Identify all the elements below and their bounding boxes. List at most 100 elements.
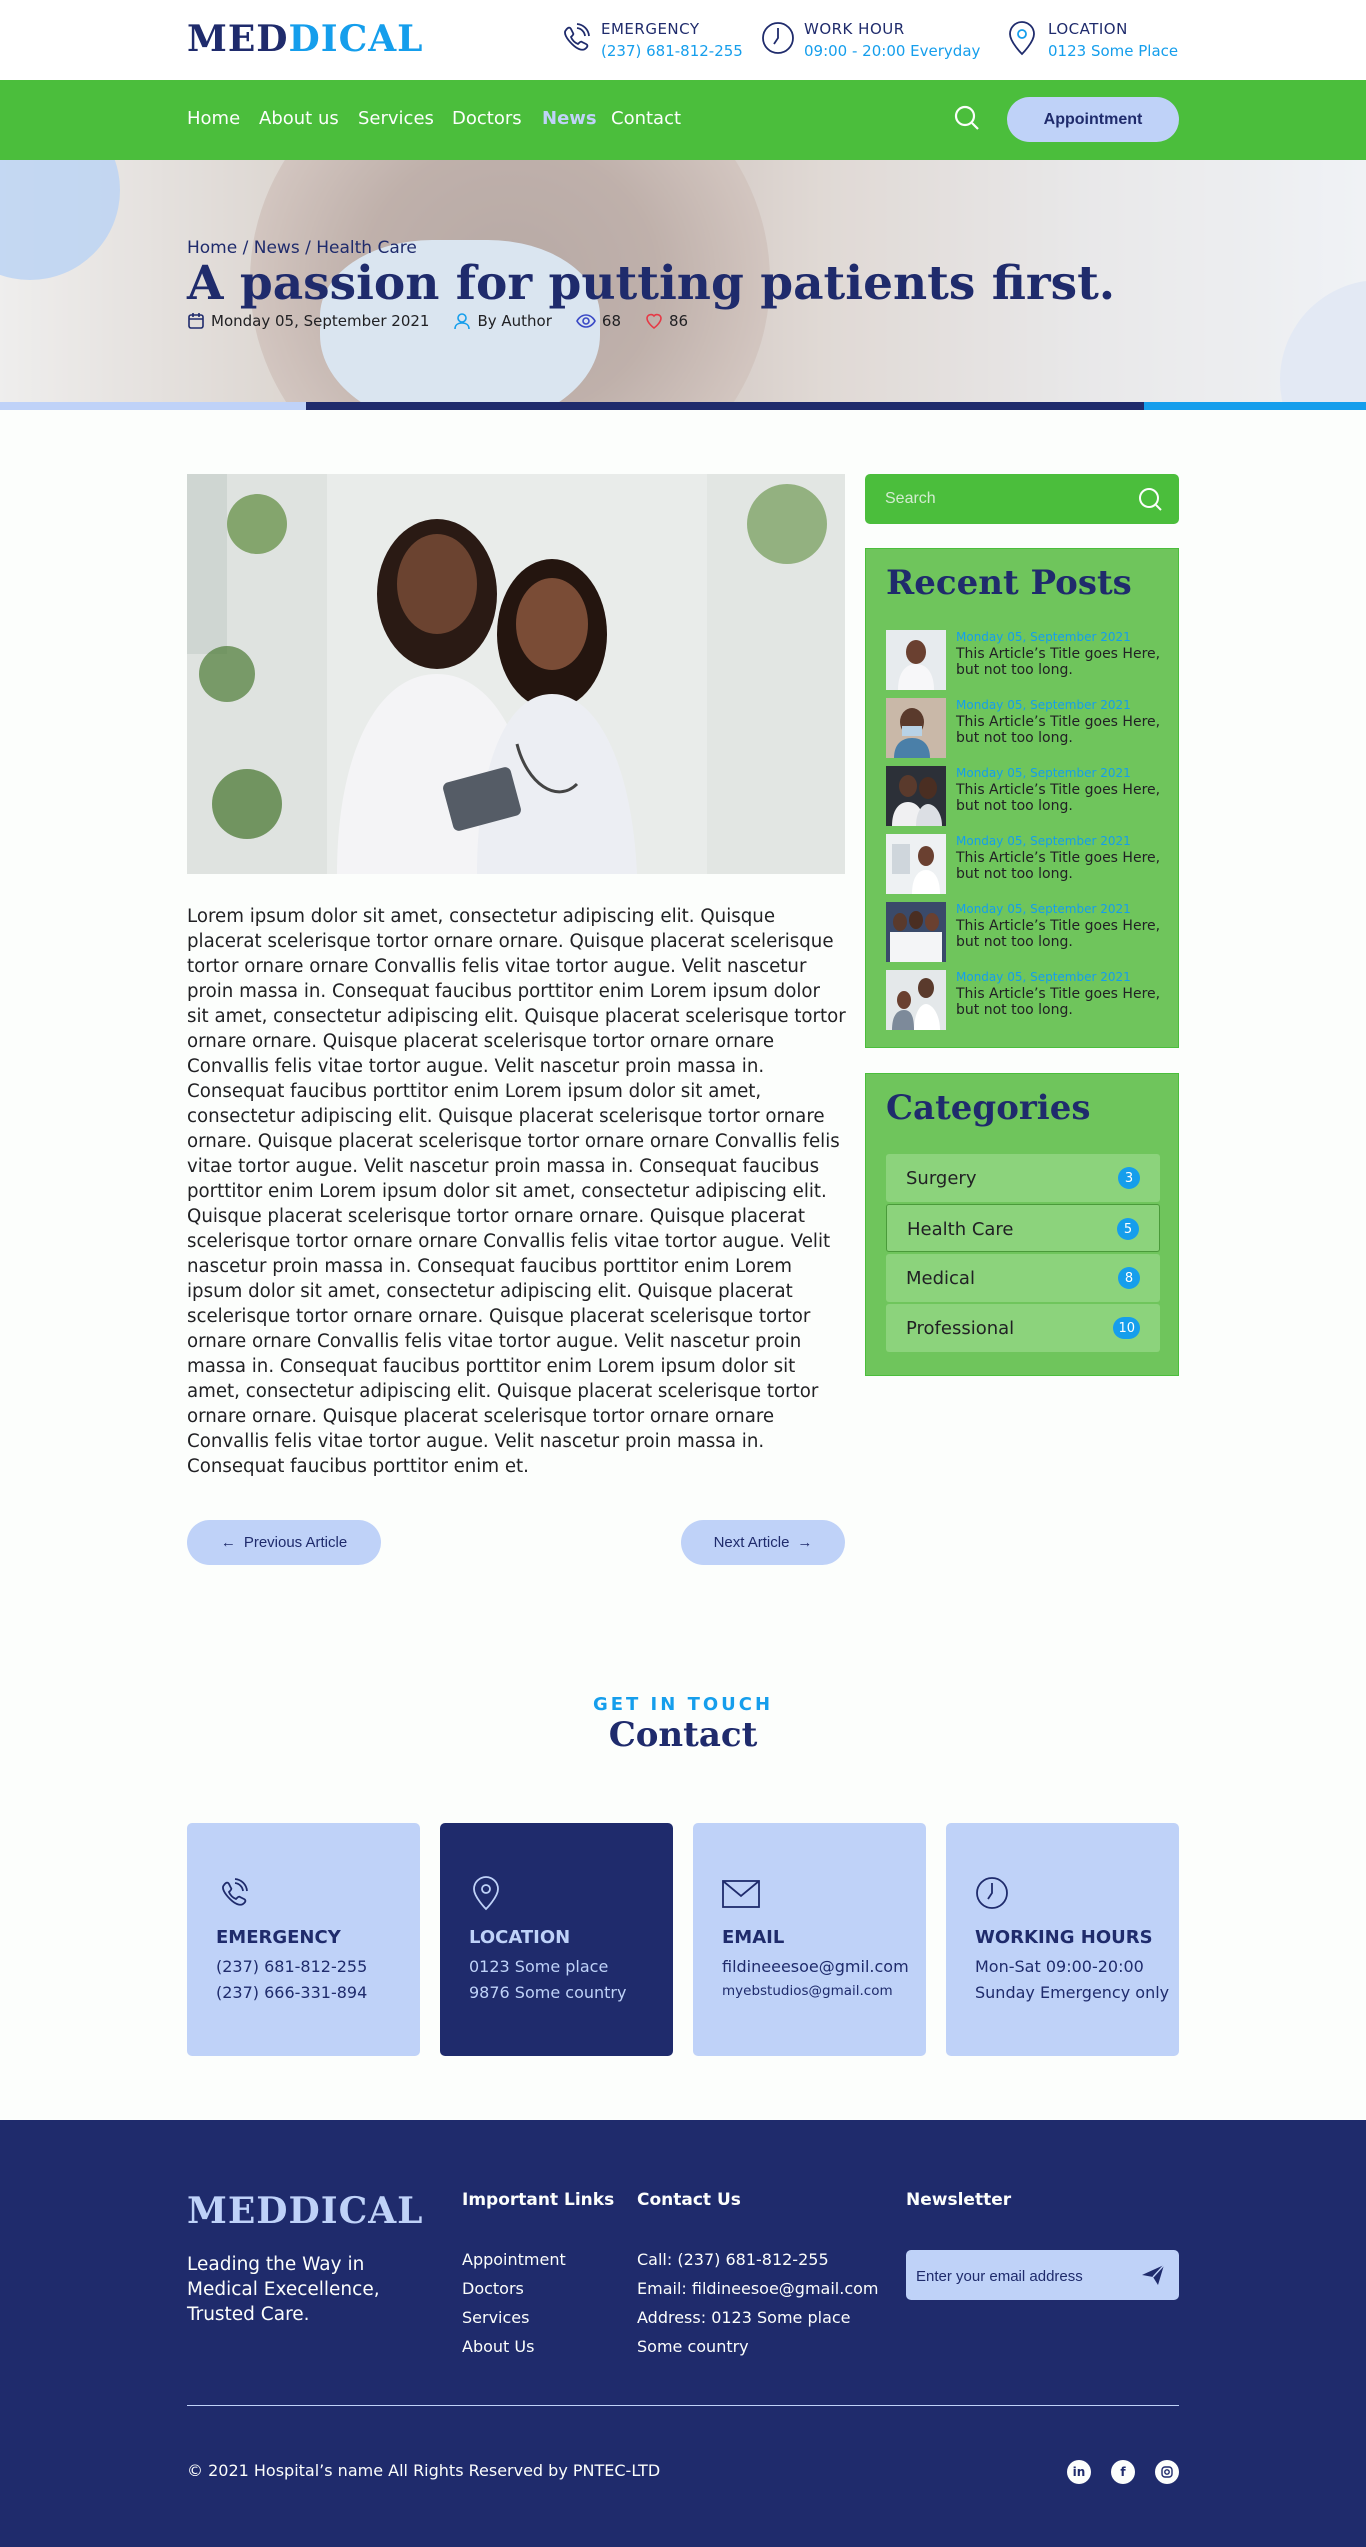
breadcrumb-news[interactable]: News (254, 238, 300, 258)
recent-post-title[interactable]: This Article’s Title goes Here, but not … (956, 782, 1166, 814)
nav-services[interactable]: Services (358, 108, 434, 129)
post-views: 68 (576, 312, 621, 330)
post-views-count: 68 (601, 312, 621, 330)
contact-card-line[interactable]: fildineeesoe@gmil.com (722, 1957, 909, 1976)
recent-posts-panel: Recent Posts Monday 05, September 2021 T… (865, 548, 1179, 1048)
recent-post-title[interactable]: This Article’s Title goes Here, but not … (956, 714, 1166, 746)
instagram-icon[interactable] (1155, 2460, 1179, 2484)
recent-post-title[interactable]: This Article’s Title goes Here, but not … (956, 646, 1166, 678)
arrow-left-icon: ← (220, 1534, 236, 1551)
sidebar-search-input[interactable] (885, 488, 1125, 510)
footer-links-title: Important Links (462, 2190, 615, 2210)
footer-divider (187, 2405, 1179, 2406)
recent-post-title[interactable]: This Article’s Title goes Here, but not … (956, 850, 1166, 882)
category-label: Health Care (907, 1219, 1014, 1240)
next-article-button[interactable]: Next Article → (681, 1520, 845, 1565)
newsletter-email-input[interactable] (916, 2265, 1126, 2287)
category-count-badge: 5 (1117, 1218, 1139, 1240)
search-icon[interactable] (953, 104, 981, 132)
search-icon[interactable] (1137, 486, 1163, 512)
location-label: LOCATION (1048, 20, 1128, 38)
recent-post-thumbnail (886, 698, 946, 758)
recent-post-item[interactable]: Monday 05, September 2021 This Article’s… (886, 970, 1166, 1030)
recent-post-item[interactable]: Monday 05, September 2021 This Article’s… (886, 902, 1166, 962)
thumb-image (886, 698, 946, 758)
copyright-text: © 2021 Hospital’s name All Rights Reserv… (187, 2461, 661, 2480)
thumb-image (886, 630, 946, 690)
recent-post-title[interactable]: This Article’s Title goes Here, but not … (956, 986, 1166, 1018)
footer-newsletter-title: Newsletter (906, 2190, 1012, 2210)
footer-logo[interactable]: MEDDICAL (187, 2190, 423, 2232)
footer-contact-line: Address: 0123 Some place (637, 2308, 851, 2327)
phone-icon (564, 23, 590, 51)
contact-eyebrow: GET IN TOUCH (592, 1694, 774, 1715)
post-author: By Author (453, 312, 552, 330)
categories-panel: Categories Surgery 3 Health Care 5 Medic… (865, 1073, 1179, 1376)
thumb-image (886, 834, 946, 894)
recent-post-item[interactable]: Monday 05, September 2021 This Article’s… (886, 630, 1166, 690)
footer-link-about-us[interactable]: About Us (462, 2337, 534, 2356)
recent-post-item[interactable]: Monday 05, September 2021 This Article’s… (886, 698, 1166, 758)
recent-post-date: Monday 05, September 2021 (956, 970, 1131, 984)
footer-link-services[interactable]: Services (462, 2308, 529, 2327)
facebook-icon[interactable]: f (1111, 2460, 1135, 2484)
site-logo[interactable]: MEDDICAL (187, 18, 423, 60)
recent-post-thumbnail (886, 834, 946, 894)
recent-post-title[interactable]: This Article’s Title goes Here, but not … (956, 918, 1166, 950)
contact-card-title: EMERGENCY (216, 1927, 341, 1948)
recent-post-date: Monday 05, September 2021 (956, 834, 1131, 848)
contact-card-line[interactable]: myebstudios@gmail.com (722, 1983, 893, 1999)
nav-contact[interactable]: Contact (611, 108, 681, 129)
contact-card-emergency: EMERGENCY (237) 681-812-255 (237) 666-33… (187, 1823, 420, 2056)
appointment-button[interactable]: Appointment (1007, 97, 1179, 142)
recent-post-item[interactable]: Monday 05, September 2021 This Article’s… (886, 766, 1166, 826)
breadcrumb-home[interactable]: Home (187, 238, 237, 258)
clock-icon (976, 1877, 1008, 1909)
linkedin-icon[interactable]: in (1067, 2460, 1091, 2484)
instagram-glyph (1161, 2466, 1173, 2478)
envelope-icon (722, 1880, 760, 1908)
heart-icon[interactable] (645, 312, 663, 330)
header-emergency: EMERGENCY (237) 681-812-255 (557, 20, 743, 60)
footer-tagline: Leading the Way in Medical Execellence, … (187, 2254, 380, 2325)
thumb-image (886, 766, 946, 826)
article-image (187, 474, 845, 874)
contact-card-title: EMAIL (722, 1927, 785, 1948)
nav-doctors[interactable]: Doctors (452, 108, 522, 129)
stripe-segment-dark (306, 402, 1144, 410)
contact-title: Contact (608, 1715, 758, 1755)
contact-card-line[interactable]: (237) 666-331-894 (216, 1983, 367, 2002)
user-icon (454, 313, 471, 330)
recent-post-item[interactable]: Monday 05, September 2021 This Article’s… (886, 834, 1166, 894)
clock-icon (762, 22, 794, 54)
recent-post-date: Monday 05, September 2021 (956, 766, 1131, 780)
location-pin-icon (473, 1876, 499, 1911)
category-surgery[interactable]: Surgery 3 (886, 1154, 1160, 1202)
footer-link-doctors[interactable]: Doctors (462, 2279, 524, 2298)
contact-card-line[interactable]: (237) 681-812-255 (216, 1957, 367, 1976)
nav-news[interactable]: News (542, 108, 597, 129)
emergency-label: EMERGENCY (601, 20, 700, 38)
location-value: 0123 Some Place (1048, 42, 1179, 60)
recent-post-date: Monday 05, September 2021 (956, 698, 1131, 712)
post-likes-count: 86 (669, 312, 689, 330)
thumb-image (886, 902, 946, 962)
stripe-segment-accent (1144, 402, 1366, 410)
previous-article-button[interactable]: ← Previous Article (187, 1520, 381, 1565)
send-icon[interactable] (1141, 2264, 1165, 2286)
category-professional[interactable]: Professional 10 (886, 1304, 1160, 1352)
emergency-value[interactable]: (237) 681-812-255 (601, 42, 743, 60)
category-medical[interactable]: Medical 8 (886, 1254, 1160, 1302)
nav-about-us[interactable]: About us (259, 108, 339, 129)
phone-icon (222, 1878, 248, 1906)
recent-post-thumbnail (886, 970, 946, 1030)
nav-home[interactable]: Home (187, 108, 240, 129)
recent-post-thumbnail (886, 902, 946, 962)
footer-contact-line: Call: (237) 681-812-255 (637, 2250, 829, 2269)
logo-part-1: MED (187, 18, 289, 60)
contact-card-title: LOCATION (469, 1927, 571, 1948)
category-health-care[interactable]: Health Care 5 (886, 1204, 1160, 1252)
footer-link-appointment[interactable]: Appointment (462, 2250, 566, 2269)
recent-post-thumbnail (886, 630, 946, 690)
recent-post-date: Monday 05, September 2021 (956, 630, 1131, 644)
